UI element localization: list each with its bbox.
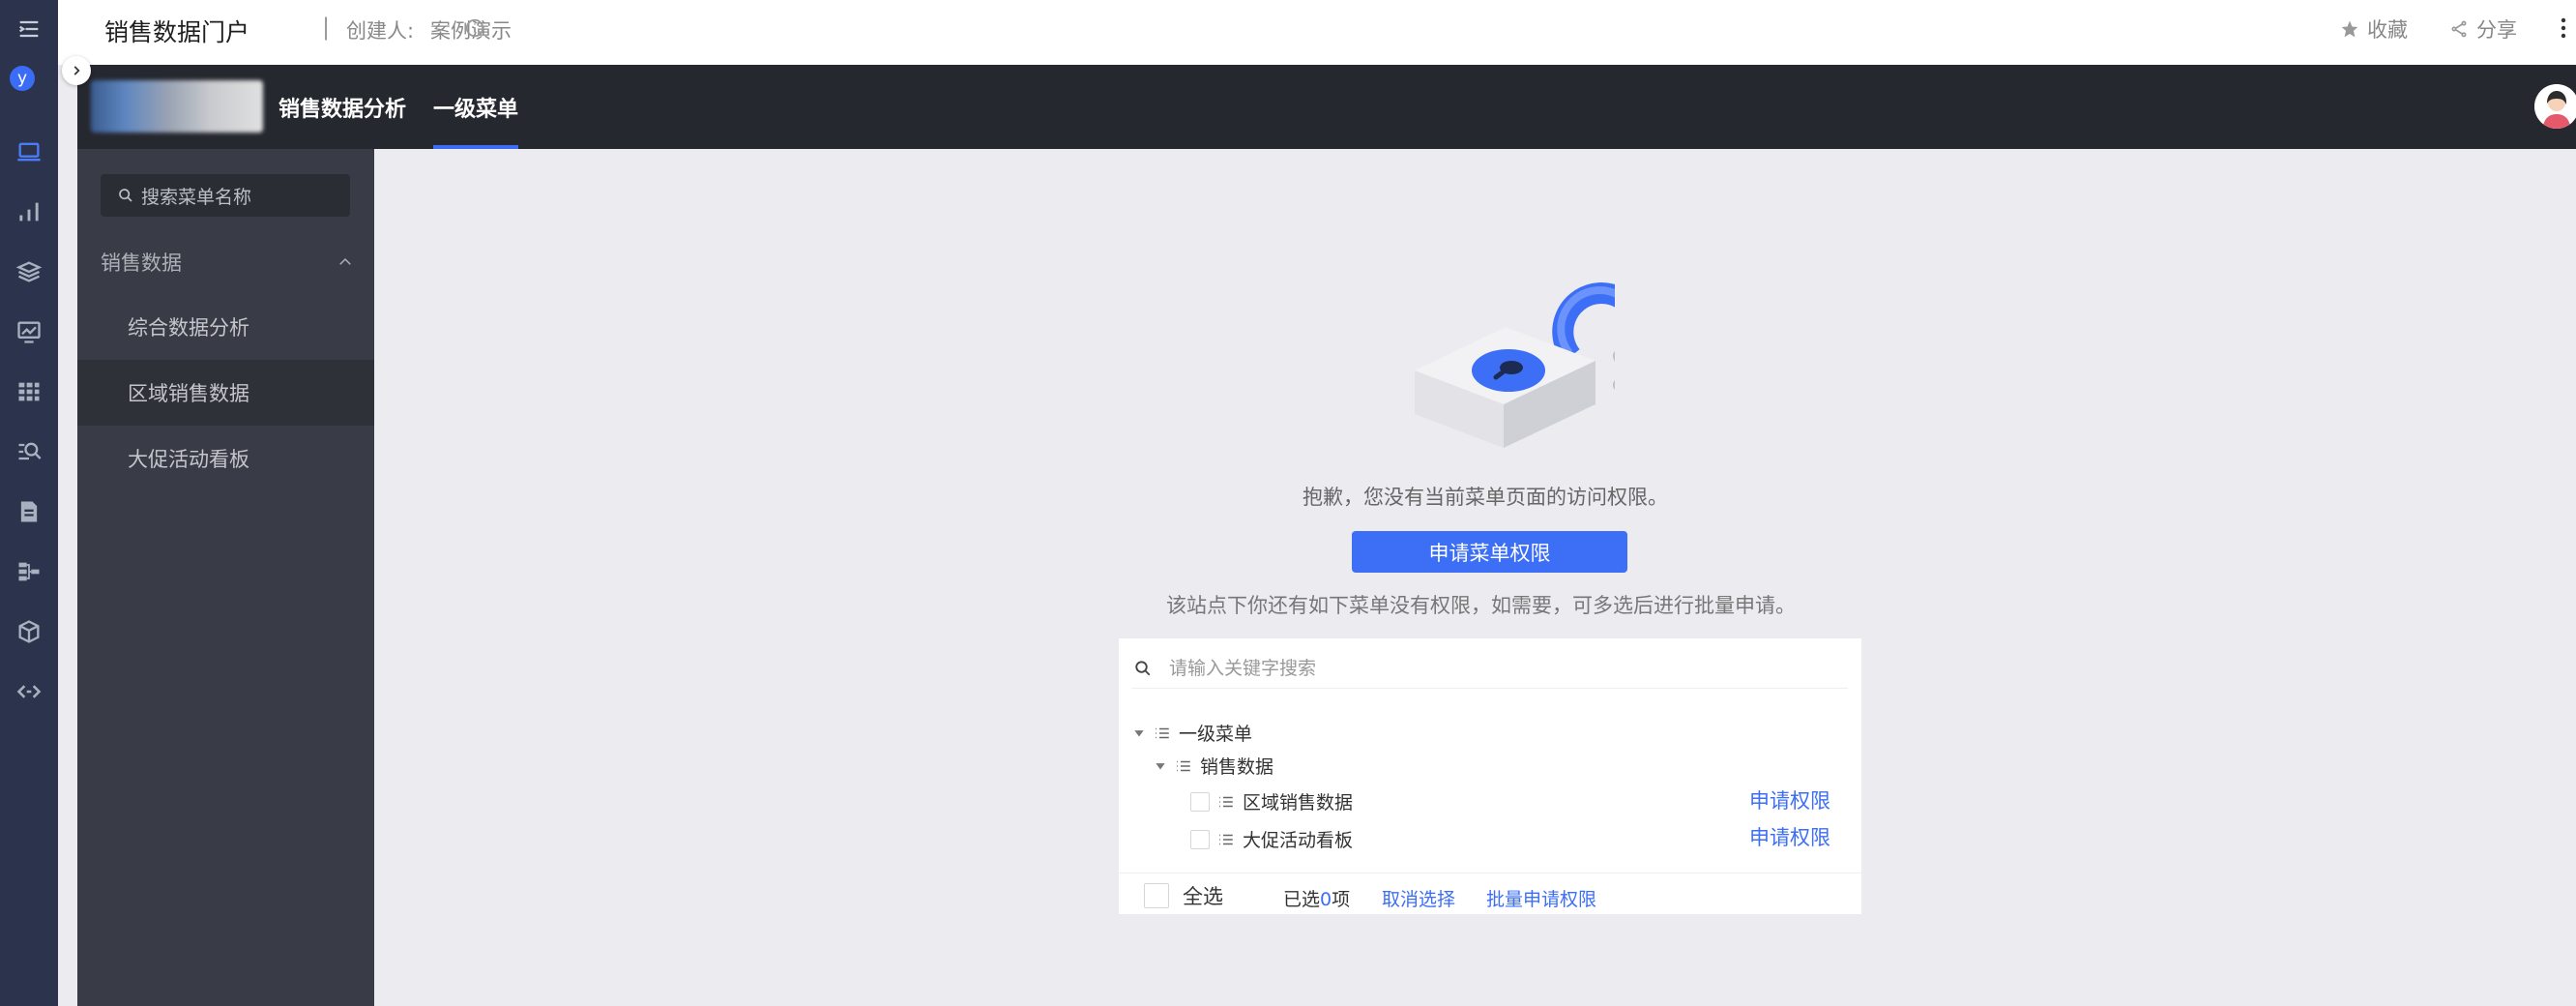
info-icon[interactable] [464,17,485,39]
apply-menu-permission-button[interactable]: 申请菜单权限 [1352,531,1627,573]
search-icon [119,189,132,202]
tree-node-root[interactable]: 一级菜单 [1132,720,1252,746]
navbar: 销售数据分析 一级菜单 [77,65,2576,149]
batch-apply-hint: 该站点下你还有如下菜单没有权限，如需要，可多选后进行批量申请。 [1166,594,1796,617]
select-all-label: 全选 [1183,885,1223,908]
nav-menu-level1[interactable]: 一级菜单 [433,92,518,123]
selected-suffix: 项 [1332,889,1351,910]
computer-icon[interactable] [10,133,48,171]
user-avatar[interactable] [2534,84,2576,129]
select-all[interactable]: 全选 [1144,881,1223,910]
collapse-menu-icon[interactable] [10,10,48,48]
apply-permission-link[interactable]: 申请权限 [1749,822,1830,851]
batch-apply-link[interactable]: 批量申请权限 [1486,885,1596,911]
leaf-checkbox[interactable] [1190,829,1210,849]
star-icon [2341,20,2358,38]
cancel-selection-link[interactable]: 取消选择 [1382,885,1455,911]
search-icon [1135,660,1151,675]
selected-prefix: 已选 [1283,889,1321,910]
code-icon[interactable] [10,672,48,711]
selected-count: 已选0项 [1283,885,1350,911]
creator-label: 创建人: [346,19,415,43]
left-icon-rail: y [0,0,58,1006]
flow-icon[interactable] [10,552,48,591]
title-separator: | [322,14,331,41]
top-header: 销售数据门户 | 创建人: 案例演示 收藏 分享 [58,0,2576,65]
list-icon [1219,796,1233,807]
keyword-input[interactable] [1169,657,1749,679]
caret-down-icon[interactable] [1154,759,1167,773]
layers-icon[interactable] [10,252,48,291]
list-icon [1156,727,1169,738]
search-people-icon[interactable] [10,432,48,471]
no-permission-message: 抱歉，您没有当前菜单页面的访问权限。 [1303,486,1668,509]
active-nav-indicator [433,145,518,149]
tree-node-group[interactable]: 销售数据 [1154,753,1273,779]
menu-item-promo-dashboard[interactable]: 大促活动看板 [77,426,374,491]
leaf-checkbox[interactable] [1190,791,1210,812]
user-initial-avatar[interactable]: y [10,66,35,91]
portal-title: 销售数据门户 [104,18,250,46]
menu-item-regional-sales[interactable]: 区域销售数据 [77,360,374,426]
menu-search-box[interactable]: 搜索菜单名称 [101,174,350,217]
brand-logo[interactable] [91,80,263,133]
selected-number: 0 [1320,889,1332,910]
cube-icon[interactable] [10,612,48,651]
expand-sidebar-button[interactable] [62,56,91,85]
share-label: 分享 [2476,18,2517,42]
tree-leaf-promo-dashboard[interactable]: 大促活动看板 [1190,826,1353,852]
document-icon[interactable] [10,492,48,531]
share-button[interactable]: 分享 [2449,15,2517,44]
tree-node-label: 销售数据 [1200,756,1274,778]
menu-search-placeholder: 搜索菜单名称 [141,186,252,208]
keyword-search[interactable] [1132,648,1848,689]
menu-group-sales-data[interactable]: 销售数据 [101,248,354,277]
share-icon [2451,20,2467,38]
monitor-chart-icon[interactable] [10,312,48,351]
side-menu: 搜索菜单名称 销售数据 综合数据分析 区域销售数据 大促活动看板 [77,149,374,1006]
tree-node-label: 一级菜单 [1179,724,1253,745]
lock-illustration [1001,172,1652,466]
menu-item-label: 大促活动看板 [128,448,249,471]
apply-permission-link[interactable]: 申请权限 [1749,785,1830,814]
caret-down-icon[interactable] [1132,726,1146,740]
bar-chart-icon[interactable] [10,192,48,231]
panel-footer: 全选 已选0项 取消选择 批量申请权限 [1119,873,1861,914]
menu-item-label: 综合数据分析 [128,316,249,340]
menu-item-overall-analysis[interactable]: 综合数据分析 [77,294,374,360]
permission-panel: 一级菜单 销售数据 区域销售数据 申请权限 大促活动看板 申请权限 全选 已选0… [1119,638,1861,914]
tree-leaf-regional-sales[interactable]: 区域销售数据 [1190,788,1353,814]
select-all-checkbox[interactable] [1144,883,1169,908]
grid-icon[interactable] [10,372,48,411]
more-vertical-icon[interactable] [2559,14,2568,43]
chevron-right-icon [73,66,80,75]
favorite-button[interactable]: 收藏 [2340,15,2408,44]
menu-item-label: 区域销售数据 [128,382,249,405]
menu-group-label: 销售数据 [101,252,182,275]
tree-leaf-label: 区域销售数据 [1243,792,1354,814]
tree-leaf-label: 大促活动看板 [1243,830,1354,851]
list-icon [1177,760,1190,771]
chevron-up-icon [339,257,351,265]
favorite-label: 收藏 [2367,18,2408,42]
brand-name[interactable]: 销售数据分析 [278,92,406,123]
list-icon [1219,834,1233,844]
